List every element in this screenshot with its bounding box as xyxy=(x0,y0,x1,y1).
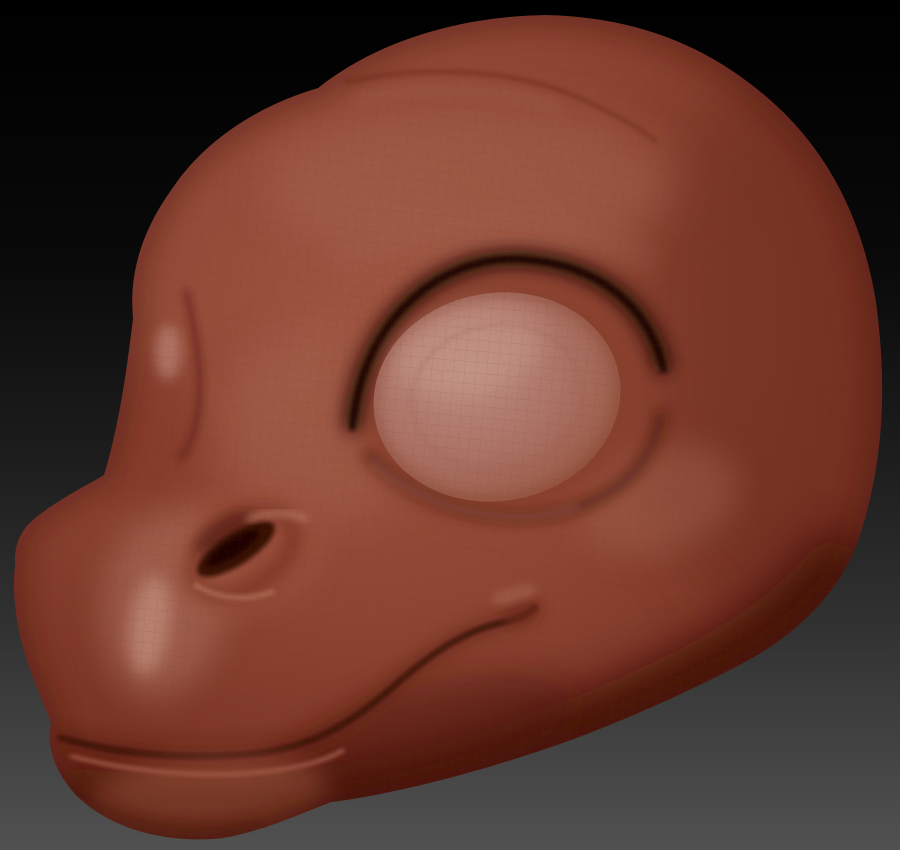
sculpt-app-stage xyxy=(0,0,900,850)
sculpt-viewport-canvas[interactable] xyxy=(0,0,900,850)
